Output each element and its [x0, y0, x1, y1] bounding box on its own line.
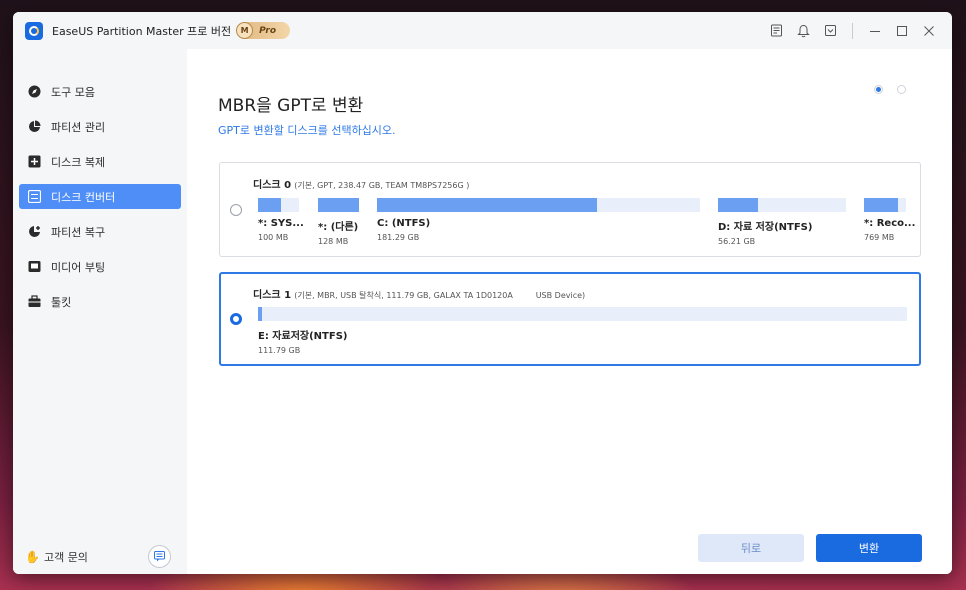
partition-label: C: (NTFS)	[377, 218, 431, 229]
partition-bar	[258, 198, 299, 212]
compass-icon	[27, 85, 41, 99]
page-subtitle: GPT로 변환할 디스크를 선택하십시오.	[218, 124, 396, 137]
partition-bar	[258, 307, 907, 321]
sidebar-item-label: 도구 모음	[51, 85, 95, 99]
convert-button[interactable]: 변환	[816, 534, 922, 562]
download-icon[interactable]	[817, 12, 844, 49]
disk-radio-selected[interactable]	[230, 313, 242, 325]
partition-label: *: (다른)	[318, 222, 359, 233]
app-window: EaseUS Partition Master 프로 버전 M Pro 도구 모…	[13, 12, 952, 574]
partition-bar	[318, 198, 359, 212]
partition[interactable]: *: Reco... 769 MB	[864, 198, 916, 242]
partition-label: *: SYS...	[258, 218, 304, 229]
partition-label: E: 자료저장(NTFS)	[258, 331, 348, 342]
customer-support-link[interactable]: ✋ 고객 문의	[25, 549, 88, 565]
titlebar-divider	[852, 22, 853, 39]
disk-header: 디스크 1 (기본, MBR, USB 탈착식, 111.79 GB, GALA…	[253, 286, 585, 301]
sidebar-item-disk-converter[interactable]: 디스크 컨버터	[19, 184, 181, 209]
partition-usage	[718, 198, 758, 212]
recover-icon	[27, 225, 41, 239]
bell-icon[interactable]	[790, 12, 817, 49]
step-indicator	[874, 85, 906, 94]
sidebar-item-label: 디스크 컨버터	[51, 190, 116, 204]
sidebar-item-tools[interactable]: 도구 모음	[19, 79, 181, 104]
sidebar-item-partition-manage[interactable]: 파티션 관리	[19, 114, 181, 139]
sidebar-item-label: 디스크 복제	[51, 155, 106, 169]
media-icon	[27, 260, 41, 274]
notes-icon[interactable]	[763, 12, 790, 49]
partition-bar	[377, 198, 700, 212]
partition-size: 769 MB	[864, 233, 895, 242]
sidebar-item-label: 툴킷	[51, 295, 72, 309]
page-title: MBR을 GPT로 변환	[218, 96, 364, 116]
converter-icon	[27, 190, 41, 204]
sidebar-item-label: 미디어 부팅	[51, 260, 106, 274]
maximize-icon[interactable]	[888, 12, 915, 49]
partition-usage	[258, 198, 281, 212]
sidebar: 도구 모음 파티션 관리 디스크 복제 디스크 컨버터 파티션 복구 미디어 부…	[13, 49, 187, 574]
sidebar-item-label: 파티션 관리	[51, 120, 106, 134]
partition-bar	[718, 198, 846, 212]
step-dot-2	[897, 85, 906, 94]
help-label: 고객 문의	[43, 551, 88, 564]
partition-size: 181.29 GB	[377, 233, 420, 242]
sidebar-item-toolkit[interactable]: 툴킷	[19, 289, 181, 314]
partition-usage	[864, 198, 899, 212]
main-content: MBR을 GPT로 변환 GPT로 변환할 디스크를 선택하십시오. 디스크 0…	[187, 49, 952, 574]
clone-icon	[27, 155, 41, 169]
disk-name: 디스크 1	[253, 290, 292, 301]
back-button[interactable]: 뒤로	[698, 534, 804, 562]
badge-pro: Pro	[259, 25, 277, 36]
disk-card[interactable]: 디스크 0 (기본, GPT, 238.47 GB, TEAM TM8PS725…	[219, 162, 921, 257]
minimize-icon[interactable]	[861, 12, 888, 49]
disk-radio[interactable]	[230, 204, 242, 216]
partition[interactable]: *: (다른) 128 MB	[318, 198, 359, 246]
toolbox-icon	[27, 295, 41, 309]
pie-icon	[27, 120, 41, 134]
partition-usage	[377, 198, 597, 212]
disk-name: 디스크 0	[253, 180, 292, 191]
partition-label: D: 자료 저장(NTFS)	[718, 222, 813, 233]
sidebar-item-bootable-media[interactable]: 미디어 부팅	[19, 254, 181, 279]
partition[interactable]: D: 자료 저장(NTFS) 56.21 GB	[718, 198, 846, 246]
partition-size: 56.21 GB	[718, 237, 756, 246]
disk-info: (기본, MBR, USB 탈착식, 111.79 GB, GALAX TA 1…	[294, 291, 586, 300]
title-bar: EaseUS Partition Master 프로 버전 M Pro	[13, 12, 952, 49]
partition-size: 100 MB	[258, 233, 289, 242]
disk-card-selected[interactable]: 디스크 1 (기본, MBR, USB 탈착식, 111.79 GB, GALA…	[219, 272, 921, 366]
app-title: EaseUS Partition Master 프로 버전	[52, 24, 232, 38]
pro-badge: M Pro	[236, 22, 291, 39]
partition-size: 111.79 GB	[258, 346, 301, 355]
partition-bar	[864, 198, 906, 212]
partition-usage	[260, 307, 262, 321]
hand-wave-icon: ✋	[25, 550, 40, 564]
disk-info: (기본, GPT, 238.47 GB, TEAM TM8PS7256G )	[294, 181, 470, 190]
close-icon[interactable]	[915, 12, 942, 49]
partition-usage	[318, 198, 359, 212]
chat-icon	[154, 551, 165, 562]
partition-size: 128 MB	[318, 237, 349, 246]
sidebar-item-partition-recovery[interactable]: 파티션 복구	[19, 219, 181, 244]
sidebar-item-label: 파티션 복구	[51, 225, 106, 239]
chat-button[interactable]	[148, 545, 171, 568]
partition[interactable]: *: SYS... 100 MB	[258, 198, 304, 242]
badge-m: M	[236, 22, 254, 39]
disk-header: 디스크 0 (기본, GPT, 238.47 GB, TEAM TM8PS725…	[253, 176, 469, 191]
partition[interactable]: C: (NTFS) 181.29 GB	[377, 198, 700, 242]
partition[interactable]: E: 자료저장(NTFS) 111.79 GB	[258, 307, 907, 355]
step-dot-1	[874, 85, 883, 94]
partition-label: *: Reco...	[864, 218, 916, 229]
easeus-logo-icon	[25, 21, 43, 40]
sidebar-item-disk-clone[interactable]: 디스크 복제	[19, 149, 181, 174]
